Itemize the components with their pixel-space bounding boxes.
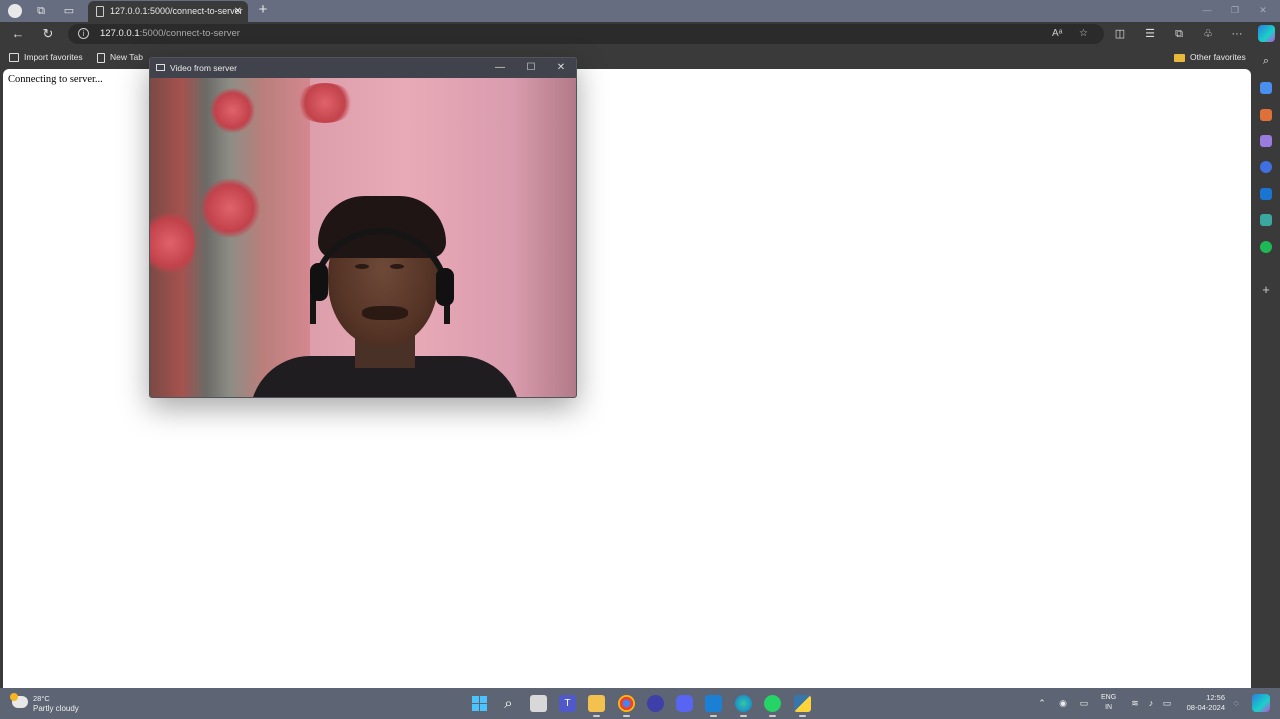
read-aloud-icon[interactable]: Aᵃ (1052, 26, 1062, 42)
whatsapp-icon[interactable] (764, 695, 781, 717)
clock-date: 08-04-2024 (1186, 703, 1225, 712)
tab-strip: ⧉ ▭ 127.0.0.1:5000/connect-to-server ✕ +… (0, 0, 1280, 22)
chevron-up-icon[interactable]: ⌃ (1036, 695, 1048, 711)
weather-temp[interactable]: 28°C (33, 694, 50, 703)
tools-icon[interactable] (1260, 109, 1272, 121)
rose-pattern (210, 88, 255, 133)
copilot-taskbar-icon[interactable] (1252, 694, 1270, 712)
page-icon (96, 6, 104, 17)
games-icon[interactable] (1260, 135, 1272, 147)
window-minimize-icon[interactable]: — (1198, 2, 1216, 18)
file-explorer-icon[interactable] (588, 695, 605, 717)
app-icon (156, 64, 165, 71)
spotify-icon[interactable] (1260, 241, 1272, 253)
rose-pattern (200, 178, 260, 238)
teams-icon[interactable]: T (559, 695, 576, 712)
info-icon[interactable]: i (78, 28, 89, 39)
window-close-icon[interactable]: ✕ (1254, 2, 1272, 18)
discord-icon[interactable] (676, 695, 693, 712)
add-icon[interactable]: + (1260, 283, 1272, 296)
rose-pattern (295, 83, 355, 123)
extensions-icon[interactable]: ♧ (1200, 26, 1216, 42)
task-view-icon[interactable] (530, 695, 547, 712)
clock-time: 12:56 (1206, 693, 1225, 702)
language-indicator[interactable]: ENG IN (1101, 693, 1116, 713)
chrome-icon[interactable] (618, 695, 635, 717)
tab-connect-to-server[interactable]: 127.0.0.1:5000/connect-to-server ✕ (88, 1, 248, 22)
favorite-other[interactable]: Other favorites (1174, 47, 1246, 67)
display-icon[interactable]: ▭ (1078, 695, 1090, 711)
drop-icon[interactable] (1260, 214, 1272, 226)
search-icon[interactable]: ⌕ (500, 695, 517, 712)
url-path: :5000/connect-to-server (139, 28, 240, 39)
connecting-status: Connecting to server... (8, 74, 103, 85)
eye-right (390, 264, 404, 269)
close-icon[interactable]: ✕ (548, 58, 574, 78)
clock[interactable]: 12:56 08-04-2024 (1183, 693, 1225, 713)
python-icon[interactable] (794, 695, 811, 717)
tab-close-icon[interactable]: ✕ (234, 1, 242, 22)
edge-sidebar: ⌕ + (1252, 47, 1280, 688)
copilot-icon[interactable] (1258, 25, 1275, 42)
tab-title: 127.0.0.1:5000/connect-to-server (110, 6, 243, 16)
lang-line2: IN (1105, 704, 1113, 711)
windows-start-icon[interactable] (471, 695, 488, 712)
back-icon[interactable]: ← (10, 26, 26, 42)
video-frame (150, 78, 576, 397)
volume-icon[interactable]: ♪ (1145, 695, 1157, 711)
eye-left (355, 264, 369, 269)
shopping-icon[interactable] (1260, 82, 1272, 94)
video-window[interactable]: Video from server — ☐ ✕ (149, 57, 577, 398)
minimize-icon[interactable]: — (487, 58, 513, 78)
person-mustache (362, 306, 408, 320)
refresh-icon[interactable]: ↻ (40, 26, 56, 42)
headphone-cup-left (310, 263, 328, 301)
collections-icon[interactable]: ⧉ (1171, 26, 1187, 42)
security-icon[interactable]: ◉ (1057, 695, 1069, 711)
video-window-title: Video from server (170, 63, 237, 73)
favorite-new-tab[interactable]: New Tab (97, 47, 143, 67)
profile-icon[interactable] (7, 3, 23, 19)
lang-line1: ENG (1101, 694, 1117, 701)
address-url: 127.0.0.1:5000/connect-to-server (100, 24, 240, 44)
video-window-titlebar[interactable]: Video from server — ☐ ✕ (150, 58, 576, 78)
page-icon (97, 52, 105, 63)
favorite-label: New Tab (110, 52, 143, 62)
folder-icon (1174, 53, 1185, 62)
workspaces-icon[interactable]: ⧉ (33, 3, 49, 19)
navigation-bar: ← ↻ i 127.0.0.1:5000/connect-to-server A… (0, 22, 1280, 46)
window-restore-icon[interactable]: ❐ (1226, 2, 1244, 18)
media-player-icon[interactable] (647, 695, 664, 712)
taskbar: 28°C Partly cloudy ⌕ T ⌃ ◉ ▭ ENG IN ≋ ♪ … (0, 688, 1280, 719)
copilot-sidebar-icon[interactable] (1260, 161, 1272, 173)
favorites-icon[interactable]: ☰ (1142, 26, 1158, 42)
weather-desc[interactable]: Partly cloudy (33, 704, 79, 713)
favorite-star-icon[interactable]: ☆ (1079, 26, 1088, 42)
search-icon[interactable]: ⌕ (1260, 55, 1272, 67)
maximize-icon[interactable]: ☐ (518, 58, 544, 78)
outlook-icon[interactable] (1260, 188, 1272, 200)
battery-icon[interactable]: ▭ (1161, 695, 1173, 711)
more-icon[interactable]: ··· (1229, 26, 1245, 42)
headphone-cup-right (436, 268, 454, 306)
import-icon (9, 53, 19, 63)
new-tab-button[interactable]: + (254, 1, 272, 19)
split-screen-icon[interactable]: ◫ (1112, 26, 1128, 42)
favorite-label: Other favorites (1190, 52, 1246, 62)
wifi-icon[interactable]: ≋ (1129, 695, 1141, 711)
vscode-icon[interactable] (705, 695, 722, 717)
favorite-import[interactable]: Import favorites (9, 47, 83, 67)
favorite-label: Import favorites (24, 52, 83, 62)
address-bar[interactable]: i 127.0.0.1:5000/connect-to-server Aᵃ ☆ (68, 24, 1104, 44)
tab-actions-icon[interactable]: ▭ (61, 3, 77, 19)
url-host: 127.0.0.1 (100, 28, 140, 39)
edge-icon[interactable] (735, 695, 752, 717)
weather-icon[interactable] (10, 693, 28, 708)
notification-icon[interactable]: ◌ (1230, 695, 1242, 711)
